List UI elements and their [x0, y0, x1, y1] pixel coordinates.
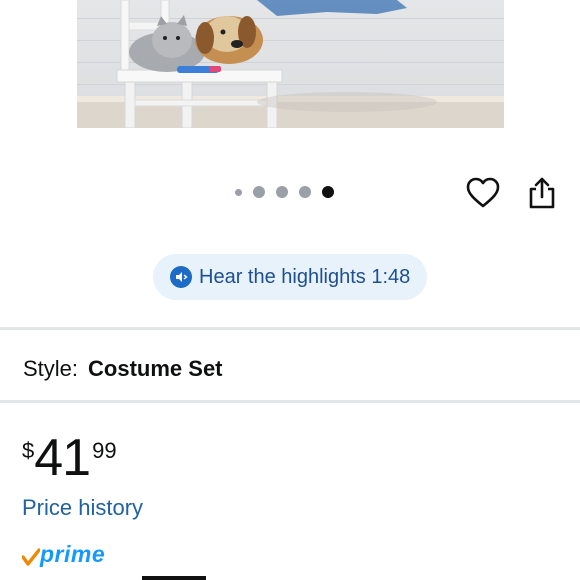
share-icon — [529, 177, 555, 209]
speaker-icon — [170, 266, 192, 288]
section-divider — [0, 327, 580, 330]
carousel-dot[interactable] — [253, 186, 265, 198]
share-button[interactable] — [525, 175, 559, 211]
prime-label: prime — [40, 541, 106, 567]
image-carousel-dots[interactable] — [235, 186, 334, 198]
bottom-tab-indicator — [142, 576, 206, 580]
carousel-dot[interactable] — [276, 186, 288, 198]
add-to-wishlist-button[interactable] — [465, 175, 501, 211]
carousel-dot[interactable] — [299, 186, 311, 198]
price-currency-symbol: $ — [22, 438, 35, 463]
heart-outline-icon — [466, 177, 500, 208]
price-fraction: 99 — [92, 438, 117, 463]
product-image[interactable] — [77, 0, 504, 128]
hear-the-highlights-button[interactable]: Hear the highlights 1:48 — [153, 254, 427, 300]
section-divider — [0, 400, 580, 403]
carousel-dot-active[interactable] — [322, 186, 334, 198]
carousel-dot[interactable] — [235, 188, 242, 196]
prime-check-icon — [22, 548, 40, 566]
price-whole: 41 — [34, 429, 91, 487]
price-history-link[interactable]: Price history — [22, 495, 143, 521]
price: $ 41 99 — [22, 432, 117, 484]
highlights-label: Hear the highlights 1:48 — [199, 265, 411, 288]
prime-badge: prime — [22, 541, 105, 568]
style-selector[interactable]: Style: Costume Set — [23, 356, 223, 382]
chair-with-plush-toys-illustration — [116, 0, 437, 128]
style-value: Costume Set — [88, 356, 223, 381]
style-label: Style: — [23, 356, 79, 381]
